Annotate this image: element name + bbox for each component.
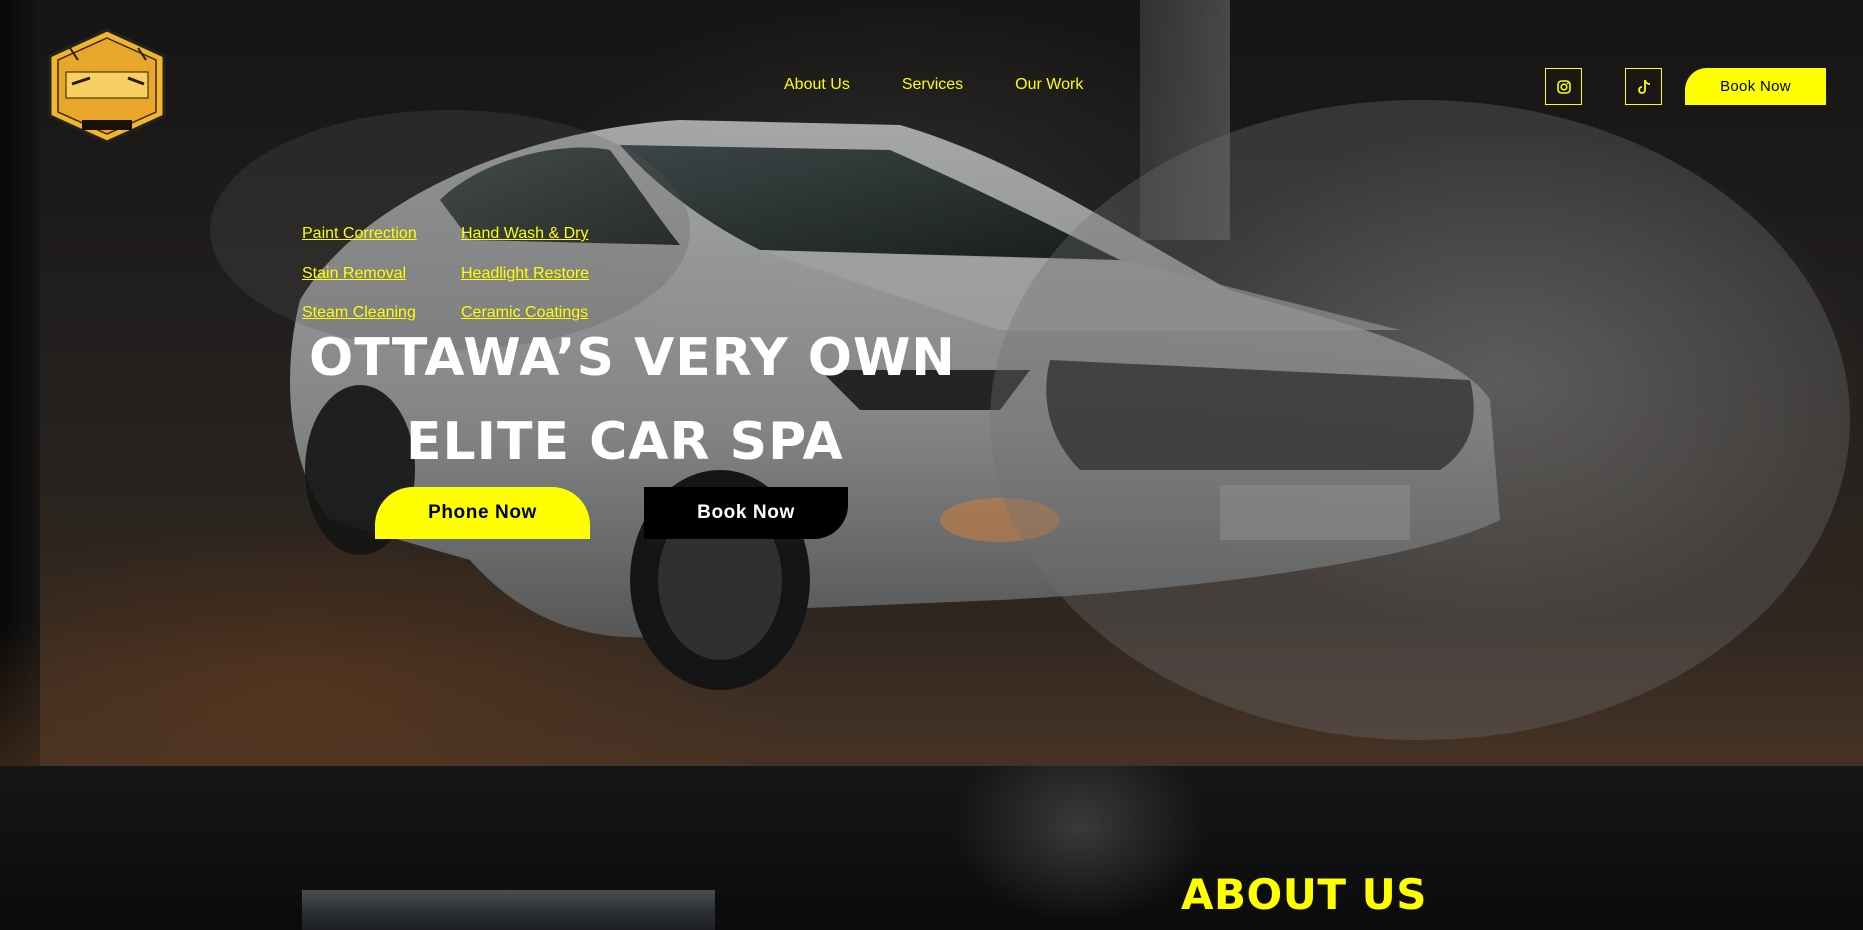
hero-section: About Us Services Our Work Book Now Pain… xyxy=(0,0,1863,766)
instagram-icon xyxy=(1556,79,1571,94)
service-link-paint-correction[interactable]: Paint Correction xyxy=(302,225,417,243)
service-link-ceramic-coatings[interactable]: Ceramic Coatings xyxy=(461,304,588,322)
hero-headline-line2: ELITE CAR SPA xyxy=(406,412,844,472)
main-nav: About Us Services Our Work xyxy=(784,76,1083,94)
nav-our-work[interactable]: Our Work xyxy=(1015,76,1083,94)
instagram-link[interactable] xyxy=(1545,68,1582,105)
header-book-now-button[interactable]: Book Now xyxy=(1685,68,1826,105)
nav-services[interactable]: Services xyxy=(902,76,963,94)
elite-auto-spa-logo[interactable] xyxy=(42,26,172,146)
about-title: ABOUT US xyxy=(1181,870,1427,919)
tiktok-icon xyxy=(1637,79,1650,94)
service-link-steam-cleaning[interactable]: Steam Cleaning xyxy=(302,304,416,322)
hero-headline-line1: OTTAWA’S VERY OWN xyxy=(309,328,956,388)
phone-now-button[interactable]: Phone Now xyxy=(375,487,590,539)
hero-book-now-button[interactable]: Book Now xyxy=(644,487,848,539)
service-link-stain-removal[interactable]: Stain Removal xyxy=(302,265,406,283)
about-image xyxy=(302,890,715,930)
service-link-hand-wash[interactable]: Hand Wash & Dry xyxy=(461,225,588,243)
service-link-headlight-restore[interactable]: Headlight Restore xyxy=(461,265,589,283)
about-section: ABOUT US xyxy=(0,766,1863,930)
tiktok-link[interactable] xyxy=(1625,68,1662,105)
nav-about-us[interactable]: About Us xyxy=(784,76,850,94)
